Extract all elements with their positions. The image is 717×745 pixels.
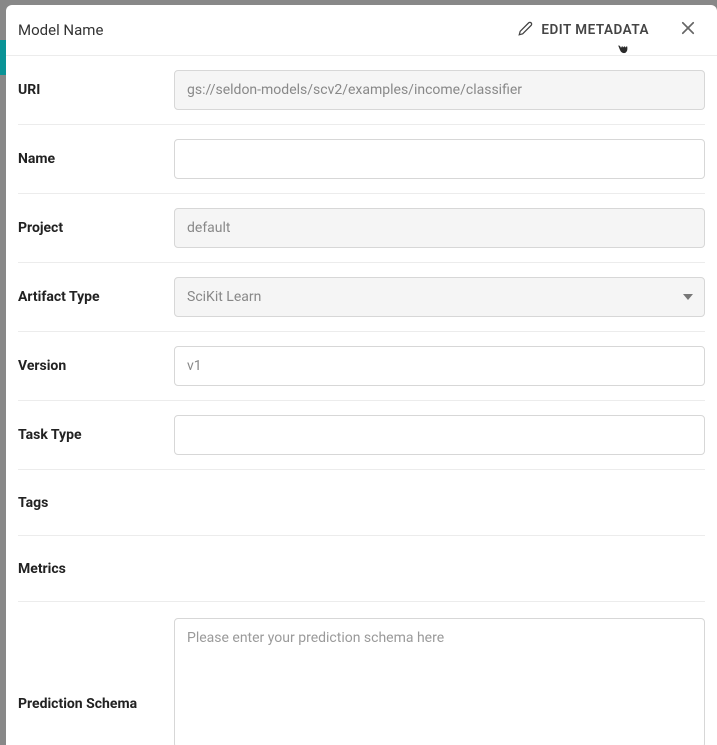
edit-metadata-button[interactable]: EDIT METADATA — [518, 21, 649, 40]
version-input[interactable] — [174, 346, 705, 386]
row-artifact-type: Artifact Type — [18, 263, 705, 332]
row-uri: URI — [18, 56, 705, 125]
model-metadata-modal: Model Name EDIT METADATA URI — [6, 5, 717, 745]
row-project: Project — [18, 194, 705, 263]
name-input[interactable] — [174, 139, 705, 179]
row-tags: Tags — [18, 470, 705, 536]
row-task-type: Task Type — [18, 401, 705, 470]
modal-title: Model Name — [18, 21, 518, 39]
label-artifact-type: Artifact Type — [18, 289, 174, 305]
label-name: Name — [18, 151, 174, 167]
modal-body: URI Name Project Artifact Type — [6, 56, 717, 745]
close-button[interactable] — [677, 19, 699, 41]
pencil-icon — [518, 21, 533, 40]
label-uri: URI — [18, 82, 174, 98]
row-prediction-schema: Prediction Schema — [18, 602, 705, 745]
row-name: Name — [18, 125, 705, 194]
prediction-schema-textarea[interactable] — [174, 618, 705, 745]
artifact-type-select[interactable] — [174, 277, 705, 317]
label-version: Version — [18, 358, 174, 374]
row-version: Version — [18, 332, 705, 401]
label-project: Project — [18, 220, 174, 236]
label-prediction-schema: Prediction Schema — [18, 618, 174, 712]
row-metrics: Metrics — [18, 536, 705, 602]
label-tags: Tags — [18, 495, 174, 511]
modal-header: Model Name EDIT METADATA — [6, 5, 717, 56]
label-task-type: Task Type — [18, 427, 174, 443]
label-metrics: Metrics — [18, 561, 174, 577]
project-input[interactable] — [174, 208, 705, 248]
edit-metadata-label: EDIT METADATA — [541, 22, 649, 38]
task-type-input[interactable] — [174, 415, 705, 455]
close-icon — [679, 19, 697, 41]
uri-input[interactable] — [174, 70, 705, 110]
